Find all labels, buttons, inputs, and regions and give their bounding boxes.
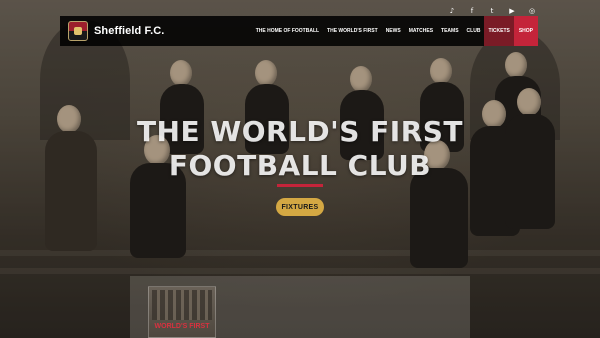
nav-item-club[interactable]: CLUB	[463, 16, 485, 46]
nav-item-home-of-football[interactable]: THE HOME OF FOOTBALL	[252, 16, 323, 46]
headline-underline	[277, 184, 323, 187]
nav-menu: THE HOME OF FOOTBALL THE WORLD'S FIRST N…	[252, 16, 538, 46]
nav-item-shop[interactable]: SHOP	[513, 16, 538, 46]
preview-card[interactable]: WORLD'S FIRST	[148, 286, 216, 338]
nav-item-worlds-first[interactable]: THE WORLD'S FIRST	[323, 16, 382, 46]
nav-item-matches[interactable]: MATCHES	[405, 16, 437, 46]
hero-headline: THE WORLD'S FIRST FOOTBALL CLUB	[0, 115, 600, 183]
main-navbar: Sheffield F.C. THE HOME OF FOOTBALL THE …	[60, 16, 538, 46]
club-crest-logo[interactable]	[68, 21, 88, 41]
hero-title-line-1: THE WORLD'S FIRST	[136, 115, 464, 148]
hero-title-line-2: FOOTBALL CLUB	[168, 149, 432, 182]
preview-card-image	[152, 290, 212, 320]
nav-item-tickets[interactable]: TICKETS	[484, 16, 514, 46]
preview-card-caption: WORLD'S FIRST	[154, 323, 210, 330]
nav-item-news[interactable]: NEWS	[382, 16, 405, 46]
nav-item-teams[interactable]: TEAMS	[437, 16, 463, 46]
brand-name[interactable]: Sheffield F.C.	[94, 25, 164, 37]
fixtures-button[interactable]: FIXTURES	[276, 198, 324, 216]
